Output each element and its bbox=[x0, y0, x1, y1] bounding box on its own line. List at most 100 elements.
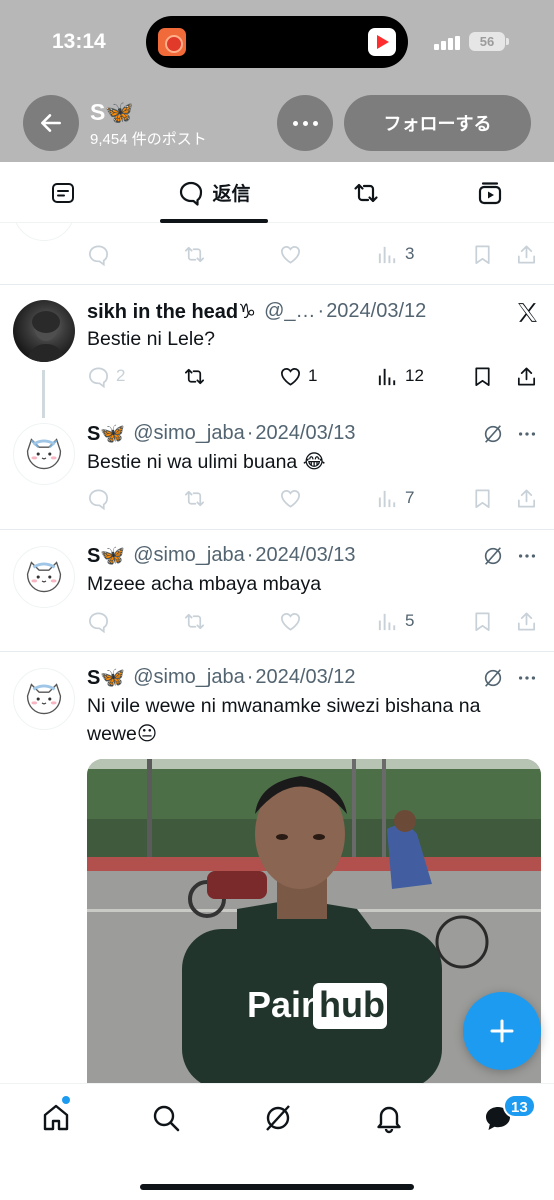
bookmark-button[interactable] bbox=[471, 363, 494, 389]
home-notification-dot bbox=[62, 1096, 70, 1104]
display-name[interactable]: S🦋 bbox=[87, 421, 125, 446]
cat-avatar-image bbox=[26, 438, 62, 470]
handle[interactable]: @_… bbox=[264, 300, 315, 323]
tab-replies[interactable]: 返信 bbox=[160, 162, 268, 223]
article-icon bbox=[52, 182, 74, 203]
shirt-text-pain: Pain bbox=[247, 984, 323, 1025]
divider bbox=[0, 651, 554, 652]
like-button[interactable] bbox=[279, 241, 302, 267]
notifications-icon bbox=[377, 1106, 401, 1134]
bookmark-button[interactable] bbox=[471, 241, 494, 267]
retweet-icon bbox=[185, 368, 204, 384]
heart-icon bbox=[281, 245, 300, 264]
reply-button[interactable] bbox=[87, 485, 110, 511]
share-icon bbox=[517, 244, 536, 264]
grok-icon[interactable] bbox=[482, 423, 504, 445]
tweet-feed[interactable]: 3 sikh in the head♑ @_… · 2024/03/12 Bes… bbox=[0, 223, 554, 1083]
reply-button[interactable]: 2 bbox=[87, 363, 125, 389]
tweet-more-button[interactable] bbox=[516, 545, 538, 567]
views-button[interactable]: 12 bbox=[376, 363, 424, 389]
tweet-header: S🦋 @simo_jaba · 2024/03/13 bbox=[87, 421, 356, 446]
tab-articles[interactable] bbox=[40, 162, 86, 223]
tweet-actions: 5 bbox=[87, 608, 543, 634]
bookmark-button[interactable] bbox=[471, 608, 494, 634]
home-indicator bbox=[140, 1184, 414, 1190]
repost-button[interactable] bbox=[183, 241, 206, 267]
thread-connector bbox=[42, 370, 45, 418]
heart-icon bbox=[281, 367, 300, 386]
arrow-left-icon bbox=[41, 114, 61, 132]
more-dots-icon bbox=[518, 554, 536, 558]
tweet-date[interactable]: 2024/03/13 bbox=[255, 544, 355, 567]
share-button[interactable] bbox=[515, 363, 538, 389]
avatar[interactable] bbox=[13, 546, 75, 608]
nav-home[interactable] bbox=[40, 1102, 72, 1134]
grok-icon[interactable] bbox=[482, 667, 504, 689]
retweet-icon bbox=[354, 183, 378, 202]
repost-button[interactable] bbox=[183, 608, 206, 634]
repost-button[interactable] bbox=[183, 363, 206, 389]
heart-icon bbox=[281, 489, 300, 508]
like-button[interactable] bbox=[279, 608, 302, 634]
share-button[interactable] bbox=[515, 608, 538, 634]
share-button[interactable] bbox=[515, 485, 538, 511]
dynamic-island bbox=[146, 16, 408, 68]
back-button[interactable] bbox=[23, 95, 79, 151]
like-button[interactable]: 1 bbox=[279, 363, 317, 389]
cat-avatar-image bbox=[26, 561, 62, 593]
tweet-header: S🦋 @simo_jaba · 2024/03/12 bbox=[87, 665, 356, 690]
display-name[interactable]: S🦋 bbox=[87, 543, 125, 568]
portrait-image bbox=[27, 311, 65, 362]
grok-icon[interactable] bbox=[482, 545, 504, 567]
bookmark-button[interactable] bbox=[471, 485, 494, 511]
views-count: 12 bbox=[405, 366, 424, 385]
avatar[interactable] bbox=[13, 223, 75, 241]
like-button[interactable] bbox=[279, 485, 302, 511]
views-button[interactable]: 3 bbox=[376, 241, 414, 267]
tweet-date[interactable]: 2024/03/12 bbox=[326, 300, 426, 323]
tweet-date[interactable]: 2024/03/12 bbox=[255, 666, 355, 689]
reply-icon bbox=[89, 488, 108, 510]
reply-count: 2 bbox=[116, 366, 126, 385]
avatar[interactable] bbox=[13, 668, 75, 730]
bookmark-icon bbox=[475, 488, 490, 508]
nav-grok[interactable] bbox=[262, 1102, 294, 1134]
tweet-date[interactable]: 2024/03/13 bbox=[255, 422, 355, 445]
handle[interactable]: @simo_jaba bbox=[133, 666, 244, 689]
tweet-more-button[interactable] bbox=[516, 423, 538, 445]
views-button[interactable]: 5 bbox=[376, 608, 414, 634]
tab-reposts[interactable] bbox=[343, 162, 389, 223]
profile-name: S🦋 bbox=[90, 99, 134, 125]
share-button[interactable] bbox=[515, 241, 538, 267]
tweet-text: Ni vile wewe ni mwanamke siwezi bishana … bbox=[87, 692, 480, 748]
handle[interactable]: @simo_jaba bbox=[133, 422, 244, 445]
views-button[interactable]: 7 bbox=[376, 485, 414, 511]
tweet-header: sikh in the head♑ @_… · 2024/03/12 bbox=[87, 299, 427, 324]
reply-icon bbox=[89, 366, 108, 388]
bookmark-icon bbox=[475, 244, 490, 264]
tweet-more-button[interactable] bbox=[516, 667, 538, 689]
handle[interactable]: @simo_jaba bbox=[133, 544, 244, 567]
divider bbox=[0, 529, 554, 530]
compose-button[interactable] bbox=[463, 992, 541, 1070]
views-count: 5 bbox=[405, 611, 415, 630]
like-count: 1 bbox=[308, 366, 318, 385]
share-icon bbox=[517, 488, 536, 508]
reply-button[interactable] bbox=[87, 241, 110, 267]
video-icon bbox=[478, 181, 502, 204]
avatar[interactable] bbox=[13, 300, 75, 362]
repost-button[interactable] bbox=[183, 485, 206, 511]
reply-button[interactable] bbox=[87, 608, 110, 634]
display-name[interactable]: S🦋 bbox=[87, 665, 125, 690]
more-options-button[interactable] bbox=[277, 95, 333, 151]
retweet-icon bbox=[185, 246, 204, 262]
tab-media[interactable] bbox=[467, 162, 513, 223]
tweet-text-line: Ni vile wewe ni mwanamke siwezi bishana … bbox=[87, 695, 481, 717]
nav-notifications[interactable] bbox=[373, 1102, 405, 1134]
tab-replies-label: 返信 bbox=[212, 184, 251, 205]
nav-search[interactable] bbox=[150, 1102, 182, 1134]
avatar[interactable] bbox=[13, 423, 75, 485]
display-name[interactable]: sikh in the head♑ bbox=[87, 299, 256, 324]
bottom-navigation: 13 bbox=[0, 1083, 554, 1200]
follow-button[interactable]: フォローする bbox=[344, 95, 531, 151]
